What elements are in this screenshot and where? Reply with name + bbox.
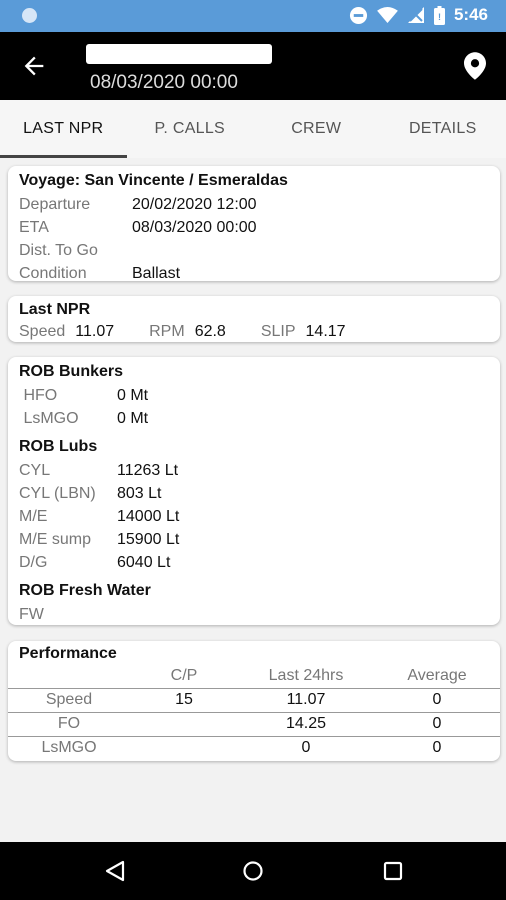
dg-value: 6040 Lt [117,554,171,571]
status-bar: ! 5:46 [0,0,506,32]
perf-fo-label: FO [8,711,130,736]
me-value: 14000 Lt [117,508,180,525]
wifi-icon [377,6,398,23]
perf-speed-cp: 15 [130,687,238,712]
recents-square-icon[interactable] [381,860,405,882]
me-sump-value: 15900 Lt [117,531,180,548]
app-bar-subtitle: 08/03/2020 00:00 [90,72,238,93]
cyl-lbn-row: CYL (LBN) 803 Lt [19,482,489,505]
perf-lsmgo-label: LsMGO [8,735,130,760]
perf-fo-average: 0 [374,711,500,736]
back-triangle-icon[interactable] [103,860,127,882]
rob-fresh-water-title: ROB Fresh Water [19,582,151,599]
cyl-lbn-value: 803 Lt [117,485,162,502]
npr-values-row: Speed 11.07 RPM 62.8 SLIP 14.17 [19,321,489,343]
performance-header-blank [8,665,130,688]
npr-slip-value: 14.17 [305,323,346,340]
voyage-title: Voyage: San Vincente / Esmeraldas [19,172,288,189]
lsmgo-label: LsMGO [19,410,79,427]
condition-label: Condition [19,265,87,282]
fw-row: FW [19,603,489,626]
performance-header-cp: C/P [170,667,198,685]
perf-lsmgo-average: 0 [374,735,500,760]
notification-dot-icon [22,8,37,23]
npr-speed-value: 11.07 [75,323,115,340]
perf-lsmgo-cp [130,735,238,760]
lsmgo-value: 0 Mt [117,410,149,427]
performance-table: C/P Last 24hrs Average Speed 15 11.07 0 … [8,665,500,760]
perf-lsmgo-last24: 0 [238,735,374,760]
last-npr-card: Last NPR Speed 11.07 RPM 62.8 SLIP 14.17 [8,296,500,342]
me-label: M/E [19,508,48,525]
back-arrow-icon[interactable] [20,52,48,80]
system-nav-bar [0,842,506,900]
cyl-value: 11263 Lt [117,462,179,479]
cyl-lbn-label: CYL (LBN) [19,485,96,502]
npr-rpm-value: 62.8 [194,323,226,340]
npr-rpm-label: RPM [149,323,185,340]
me-sump-row: M/E sump 15900 Lt [19,528,489,551]
perf-speed-label: Speed [8,687,130,712]
departure-label: Departure [19,196,91,213]
me-row: M/E 14000 Lt [19,505,489,528]
status-time: 5:46 [453,5,488,24]
condition-row: Condition Ballast [19,262,489,285]
lsmgo-row: LsMGO 0 Mt [19,407,489,430]
rob-bunkers-title: ROB Bunkers [19,363,124,380]
departure-value: 20/02/2020 12:00 [132,196,257,213]
performance-header-last24: Last 24hrs [268,667,344,685]
app-bar: 08/03/2020 00:00 [0,32,506,100]
me-sump-label: M/E sump [19,531,92,548]
status-icons: ! 5:46 [349,5,488,25]
cyl-row: CYL 11263 Lt [19,459,489,482]
home-circle-icon[interactable] [241,860,265,882]
location-pin-icon[interactable] [464,52,486,80]
perf-speed-last24: 11.07 [238,687,374,712]
hfo-label: HFO [19,387,58,404]
npr-speed-label: Speed [19,323,66,340]
eta-value: 08/03/2020 00:00 [132,219,257,236]
perf-fo-cp [130,711,238,736]
tab-bar: LAST NPR P. CALLS CREW DETAILS [0,100,506,158]
dg-row: D/G 6040 Lt [19,551,489,574]
hfo-row: HFO 0 Mt [19,384,489,407]
tab-port-calls[interactable]: P. CALLS [127,100,254,158]
tab-last-npr[interactable]: LAST NPR [0,100,127,158]
perf-fo-last24: 14.25 [238,711,374,736]
tab-crew[interactable]: CREW [253,100,380,158]
performance-title: Performance [19,645,117,662]
performance-card: Performance C/P Last 24hrs Average Speed… [8,641,500,761]
npr-slip-label: SLIP [260,323,296,340]
last-npr-title: Last NPR [19,301,91,318]
rob-card: ROB Bunkers HFO 0 Mt LsMGO 0 Mt ROB Lubs C… [8,357,500,625]
hfo-value: 0 Mt [117,387,149,404]
eta-row: ETA 08/03/2020 00:00 [19,216,489,239]
departure-row: Departure 20/02/2020 12:00 [19,193,489,216]
performance-header-average: Average [407,667,467,685]
table-row: LsMGO 0 0 [8,735,500,760]
voyage-card: Voyage: San Vincente / Esmeraldas Depart… [8,166,500,282]
eta-label: ETA [19,219,49,236]
no-signal-icon [407,7,424,23]
dist-to-go-label: Dist. To Go [19,242,98,259]
table-row: FO 14.25 0 [8,711,500,736]
battery-icon: ! [433,5,445,25]
tab-details[interactable]: DETAILS [380,100,506,158]
cyl-label: CYL [19,462,51,479]
do-not-disturb-icon [349,6,368,24]
condition-value: Ballast [132,265,181,282]
rob-lubs-title: ROB Lubs [19,438,98,455]
svg-text:!: ! [438,12,441,22]
table-row: Speed 15 11.07 0 [8,687,500,712]
perf-speed-average: 0 [374,687,500,712]
performance-header-row: C/P Last 24hrs Average [8,665,500,688]
fw-label: FW [19,606,44,623]
dist-to-go-row: Dist. To Go [19,239,489,262]
dg-label: D/G [19,554,48,571]
redacted-vessel-name [86,44,272,64]
